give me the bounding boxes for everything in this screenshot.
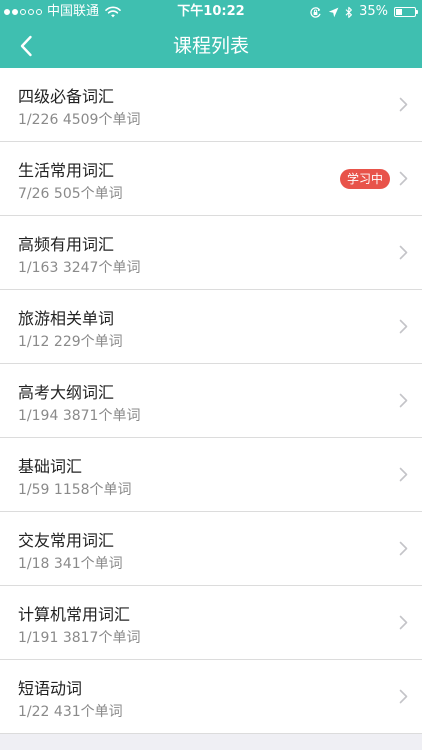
orientation-lock-icon [310, 6, 321, 18]
status-bar: 中国联通 下午10:22 35% [0, 0, 422, 24]
course-word-count: 229个单词 [53, 334, 123, 350]
course-progress: 7/26 [18, 186, 50, 202]
battery-icon [394, 7, 418, 17]
course-progress: 1/18 [18, 556, 50, 572]
course-name: 四级必备词汇 [18, 87, 115, 106]
chevron-right-icon [399, 689, 408, 704]
course-list: 四级必备词汇 1/226 4509个单词 生活常用词汇 7/26 505个单词 … [0, 68, 422, 734]
course-word-count: 341个单词 [53, 556, 123, 572]
course-progress: 1/12 [18, 334, 50, 350]
course-progress: 1/226 [18, 112, 59, 128]
course-progress: 1/22 [18, 704, 50, 720]
chevron-right-icon [399, 393, 408, 408]
course-name: 生活常用词汇 [18, 161, 115, 180]
course-meta: 1/191 3817个单词 [18, 627, 140, 647]
chevron-right-icon [399, 171, 408, 186]
battery-level [396, 9, 403, 15]
course-name: 短语动词 [18, 679, 83, 698]
course-progress: 1/163 [18, 260, 59, 276]
status-right: 35% [309, 0, 418, 24]
course-progress: 1/59 [18, 482, 50, 498]
course-name: 计算机常用词汇 [18, 605, 131, 624]
header: 中国联通 下午10:22 35% 课程列表 [0, 0, 422, 68]
course-progress: 1/191 [18, 630, 59, 646]
course-row-1[interactable]: 四级必备词汇 1/226 4509个单词 [0, 68, 422, 142]
back-button[interactable] [8, 28, 44, 64]
chevron-left-icon [20, 35, 32, 57]
course-name: 高考大纲词汇 [18, 383, 115, 402]
course-progress: 1/194 [18, 408, 59, 424]
course-row-9[interactable]: 短语动词 1/22 431个单词 [0, 660, 422, 734]
course-row-2[interactable]: 生活常用词汇 7/26 505个单词 学习中 [0, 142, 422, 216]
course-word-count: 3247个单词 [62, 260, 141, 276]
course-name: 交友常用词汇 [18, 531, 115, 550]
course-name: 旅游相关单词 [18, 309, 115, 328]
course-word-count: 3871个单词 [62, 408, 141, 424]
course-name: 基础词汇 [18, 457, 83, 476]
course-meta: 1/12 229个单词 [18, 331, 123, 351]
course-meta: 1/226 4509个单词 [18, 109, 140, 129]
location-icon [328, 7, 339, 17]
chevron-right-icon [399, 541, 408, 556]
course-meta: 1/18 341个单词 [18, 553, 123, 573]
chevron-right-icon [399, 245, 408, 260]
course-word-count: 4509个单词 [62, 112, 141, 128]
course-meta: 1/194 3871个单词 [18, 405, 140, 425]
course-word-count: 431个单词 [53, 704, 123, 720]
course-row-5[interactable]: 高考大纲词汇 1/194 3871个单词 [0, 364, 422, 438]
chevron-right-icon [399, 97, 408, 112]
course-row-6[interactable]: 基础词汇 1/59 1158个单词 [0, 438, 422, 512]
course-row-4[interactable]: 旅游相关单词 1/12 229个单词 [0, 290, 422, 364]
course-row-3[interactable]: 高频有用词汇 1/163 3247个单词 [0, 216, 422, 290]
course-row-8[interactable]: 计算机常用词汇 1/191 3817个单词 [0, 586, 422, 660]
course-meta: 7/26 505个单词 [18, 183, 123, 203]
chevron-right-icon [399, 615, 408, 630]
course-row-7[interactable]: 交友常用词汇 1/18 341个单词 [0, 512, 422, 586]
chevron-right-icon [399, 319, 408, 334]
course-name: 高频有用词汇 [18, 235, 115, 254]
page-title: 课程列表 [172, 35, 249, 57]
bluetooth-icon [345, 6, 353, 18]
course-word-count: 3817个单词 [62, 630, 141, 646]
course-meta: 1/163 3247个单词 [18, 257, 140, 277]
course-meta: 1/22 431个单词 [18, 701, 123, 721]
course-meta: 1/59 1158个单词 [18, 479, 132, 499]
battery-percent: 35% [359, 4, 388, 19]
studying-badge: 学习中 [339, 169, 390, 189]
chevron-right-icon [399, 467, 408, 482]
nav-bar: 课程列表 [0, 24, 422, 68]
course-word-count: 505个单词 [53, 186, 123, 202]
course-word-count: 1158个单词 [53, 482, 132, 498]
